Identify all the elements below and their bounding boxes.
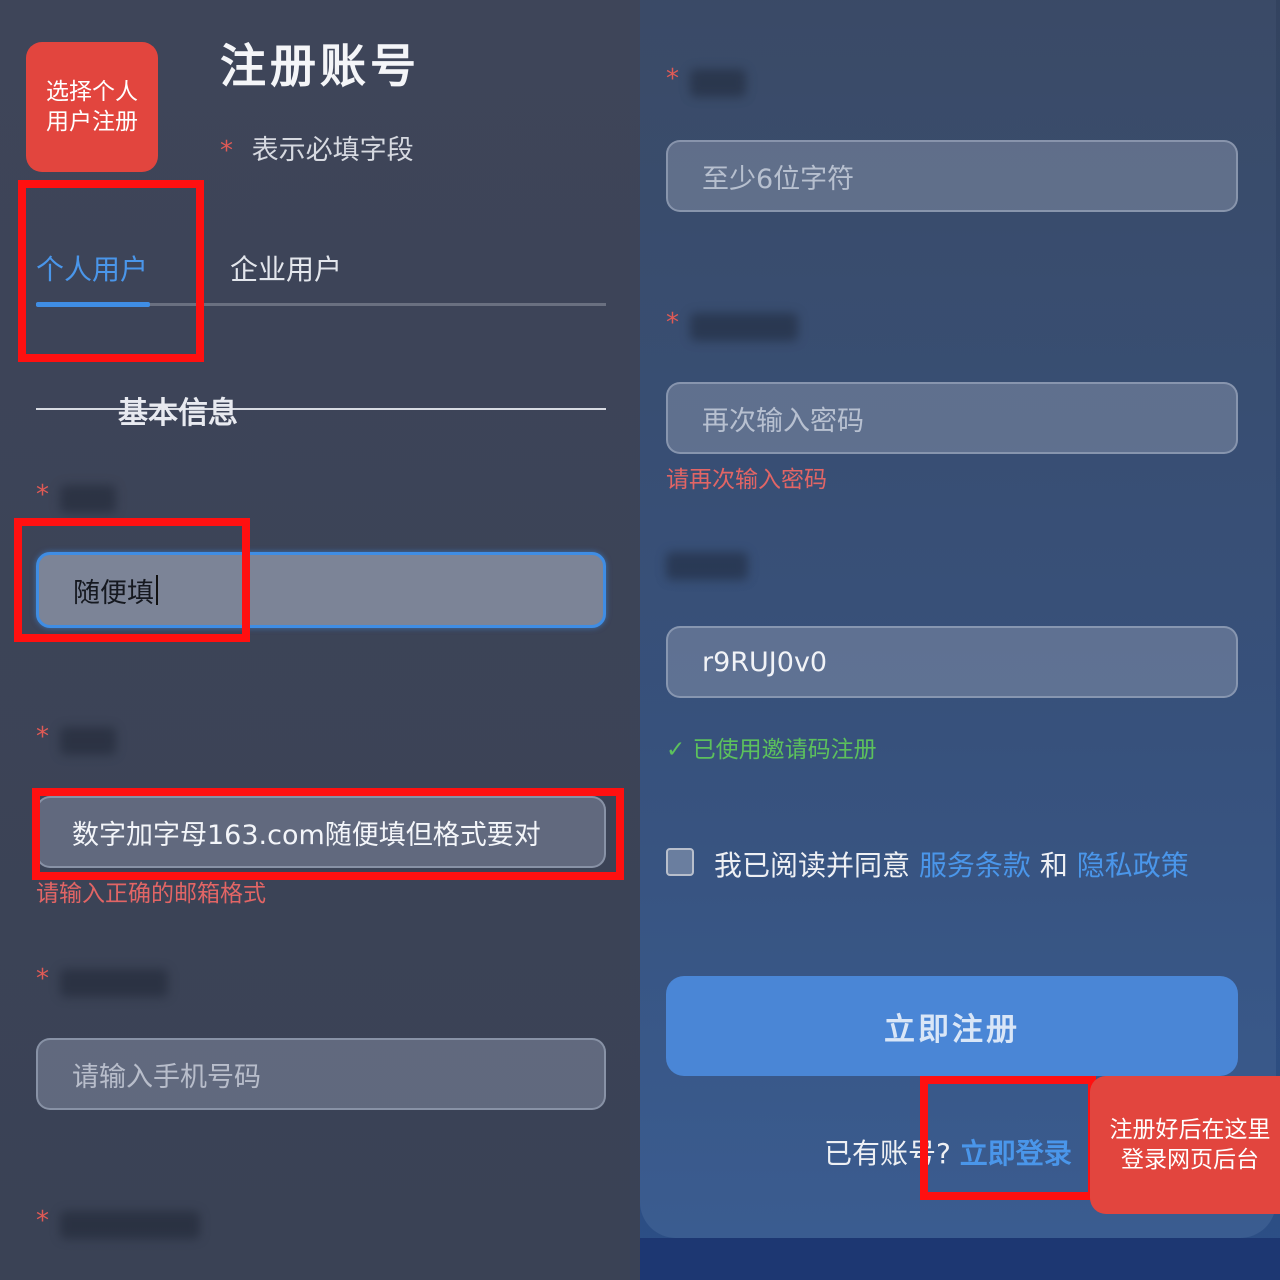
right-panel: * 至少6位字符 * 再次输入密码 请再次输入密码 r9RUJ0v0 ✓ 已使用… xyxy=(640,0,1280,1280)
required-star: * xyxy=(220,136,233,166)
confirm-password-error: 请再次输入密码 xyxy=(666,467,827,493)
username-label: * xyxy=(36,480,117,513)
annotation-callout-personal: 选择个人 用户注册 xyxy=(26,42,158,172)
callout-line-2: 用户注册 xyxy=(46,109,138,135)
phone-input[interactable]: 请输入手机号码 xyxy=(36,1038,606,1110)
phone-label-obscured xyxy=(60,968,169,997)
callout-line-1: 选择个人 xyxy=(46,79,138,105)
confirm-password-placeholder: 再次输入密码 xyxy=(702,405,864,437)
terms-link[interactable]: 服务条款 xyxy=(919,849,1031,882)
page-title: 注册账号 xyxy=(220,39,420,93)
annotation-box-login xyxy=(920,1076,1096,1200)
invite-success: ✓ 已使用邀请码注册 xyxy=(666,737,877,763)
confirm-password-input[interactable]: 再次输入密码 xyxy=(666,382,1238,454)
left-panel: 选择个人 用户注册 注册账号 * 表示必填字段 个人用户 企业用户 基本信息 *… xyxy=(0,0,640,1280)
agree-and: 和 xyxy=(1039,849,1068,882)
required-note: * 表示必填字段 xyxy=(220,128,414,167)
annotation-callout-login: 注册好后在这里 登录网页后台 xyxy=(1090,1076,1280,1214)
callout-login-line-2: 登录网页后台 xyxy=(1121,1147,1259,1173)
register-button[interactable]: 立即注册 xyxy=(666,976,1238,1076)
annotation-box-username xyxy=(14,518,250,642)
email-label-obscured xyxy=(60,726,117,755)
verification-label-obscured xyxy=(60,1210,201,1239)
required-note-text: 表示必填字段 xyxy=(251,135,414,166)
password-label: * xyxy=(666,64,747,97)
phone-label: * xyxy=(36,964,169,997)
password-placeholder: 至少6位字符 xyxy=(702,163,855,195)
privacy-link[interactable]: 隐私政策 xyxy=(1077,849,1189,882)
agree-checkbox[interactable] xyxy=(666,848,694,876)
tab-enterprise[interactable]: 企业用户 xyxy=(230,248,342,288)
confirm-password-label: * xyxy=(666,308,799,341)
section-title: 基本信息 xyxy=(118,396,238,431)
verification-label: * xyxy=(36,1206,201,1239)
agree-text: 我已阅读并同意 服务条款 和 隐私政策 xyxy=(714,844,1189,884)
page-background-strip xyxy=(640,1238,1280,1280)
username-label-obscured xyxy=(60,484,117,513)
password-input[interactable]: 至少6位字符 xyxy=(666,140,1238,212)
register-button-label: 立即注册 xyxy=(884,1011,1020,1048)
invite-code-value: r9RUJ0v0 xyxy=(702,646,828,678)
invite-code-input[interactable]: r9RUJ0v0 xyxy=(666,626,1238,698)
callout-login-line-1: 注册好后在这里 xyxy=(1109,1117,1271,1143)
email-label: * xyxy=(36,722,117,755)
phone-placeholder: 请输入手机号码 xyxy=(72,1061,261,1093)
annotation-box-email xyxy=(32,788,624,880)
invite-label xyxy=(666,552,748,580)
invite-label-obscured xyxy=(666,552,748,580)
password-label-obscured xyxy=(690,68,747,97)
annotation-box-tab xyxy=(18,180,204,362)
confirm-password-label-obscured xyxy=(690,312,799,341)
agree-prefix: 我已阅读并同意 xyxy=(714,849,911,882)
